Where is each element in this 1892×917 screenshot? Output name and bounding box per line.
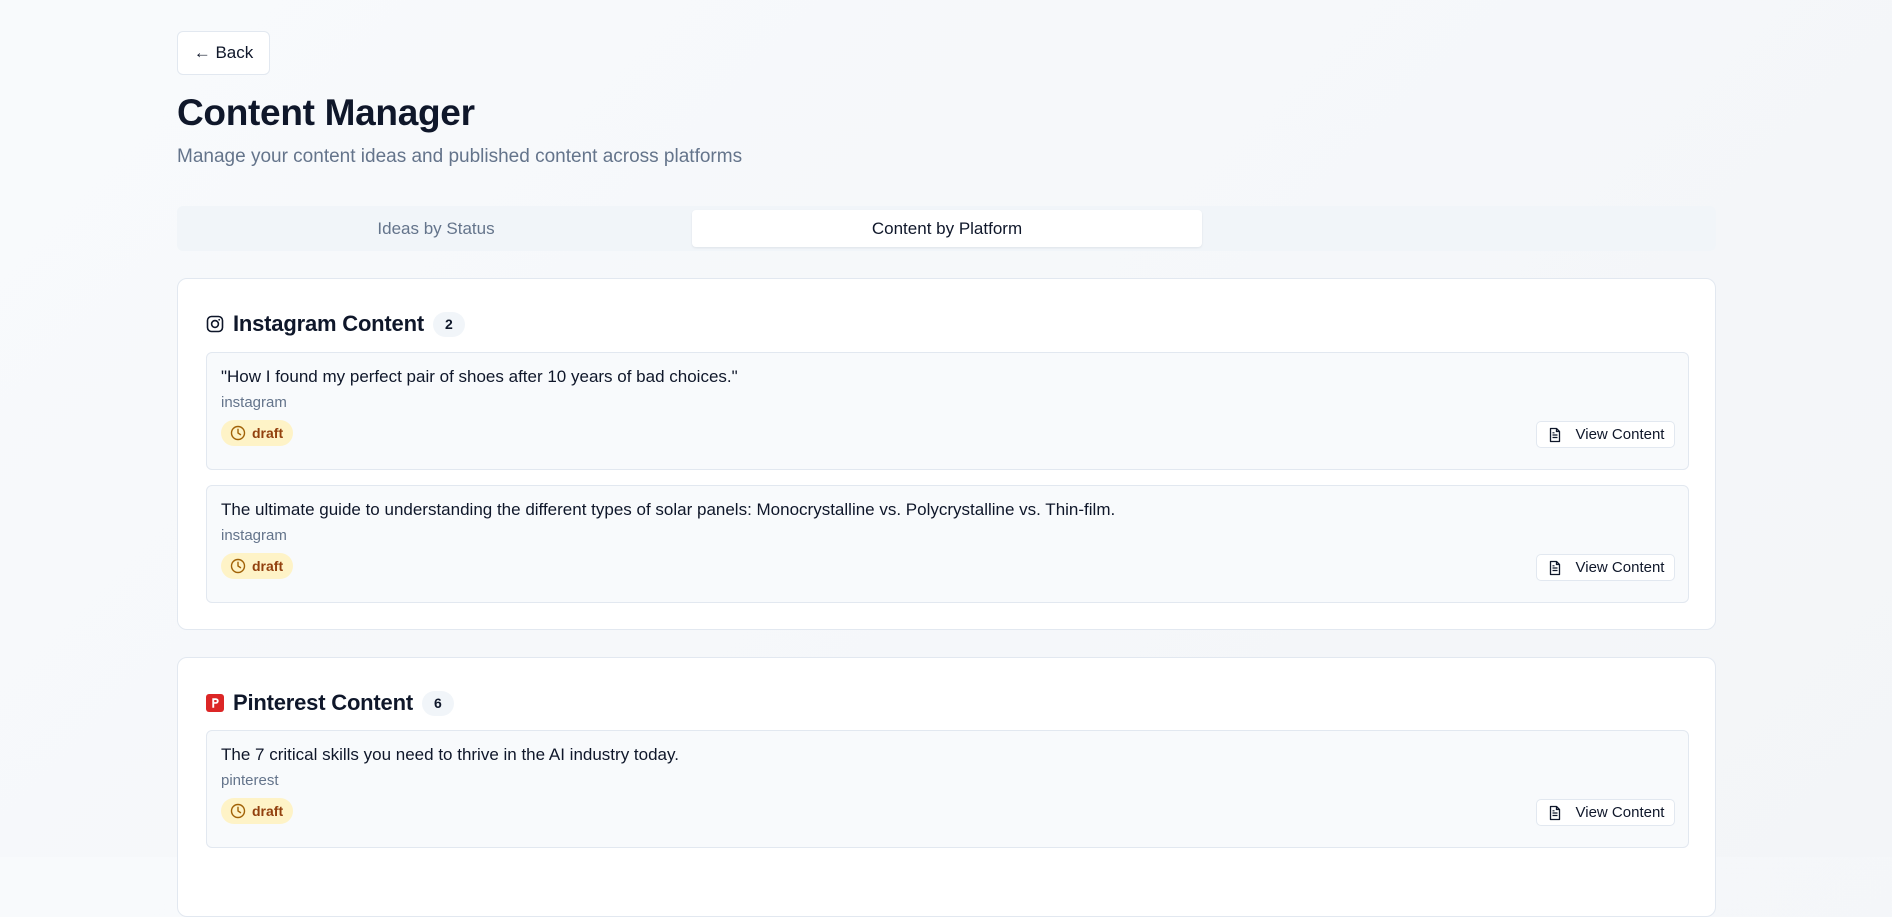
section-count-badge: 2 — [432, 311, 465, 337]
section-title: Pinterest Content — [233, 690, 413, 715]
document-icon — [1547, 427, 1563, 443]
section-title: Instagram Content — [233, 311, 424, 336]
view-tabs: Ideas by Status Content by Platform — [177, 206, 1716, 251]
section-header: Pinterest Content 6 — [206, 688, 454, 718]
document-icon — [1547, 805, 1563, 821]
status-badge-label: draft — [252, 558, 284, 574]
view-content-label: View Content — [1575, 559, 1665, 576]
content-item-title: The ultimate guide to understanding the … — [221, 500, 1116, 519]
page-subtitle: Manage your content ideas and published … — [177, 146, 743, 167]
tab-content-by-platform[interactable]: Content by Platform — [692, 210, 1202, 247]
section-count-badge: 6 — [421, 690, 454, 716]
status-badge-label: draft — [252, 803, 284, 819]
view-content-label: View Content — [1575, 804, 1665, 821]
page-title: Content Manager — [177, 92, 475, 133]
content-item: The ultimate guide to understanding the … — [206, 485, 1689, 603]
tab-ideas-by-status[interactable]: Ideas by Status — [181, 210, 691, 247]
content-item: The 7 critical skills you need to thrive… — [206, 730, 1689, 848]
status-badge: draft — [221, 798, 294, 824]
view-content-button[interactable]: View Content — [1536, 554, 1675, 581]
instagram-content-section: Instagram Content 2 "How I found my perf… — [177, 278, 1716, 630]
document-icon — [1547, 560, 1563, 576]
view-content-label: View Content — [1575, 426, 1665, 443]
clock-icon — [230, 558, 246, 574]
section-header: Instagram Content 2 — [206, 309, 465, 339]
content-item-title: "How I found my perfect pair of shoes af… — [221, 367, 738, 386]
clock-icon — [230, 803, 246, 819]
status-badge: draft — [221, 420, 294, 446]
content-item-platform: instagram — [221, 527, 287, 544]
content-item-platform: pinterest — [221, 772, 279, 789]
instagram-icon — [206, 315, 224, 333]
view-content-button[interactable]: View Content — [1536, 799, 1675, 826]
pinterest-icon — [206, 694, 224, 712]
content-item-title: The 7 critical skills you need to thrive… — [221, 745, 679, 764]
status-badge: draft — [221, 553, 294, 579]
content-item-platform: instagram — [221, 394, 287, 411]
clock-icon — [230, 425, 246, 441]
content-item: "How I found my perfect pair of shoes af… — [206, 352, 1689, 470]
back-button[interactable]: ← Back — [177, 31, 270, 75]
status-badge-label: draft — [252, 425, 284, 441]
view-content-button[interactable]: View Content — [1536, 421, 1675, 448]
pinterest-content-section: Pinterest Content 6 The 7 critical skill… — [177, 657, 1716, 917]
